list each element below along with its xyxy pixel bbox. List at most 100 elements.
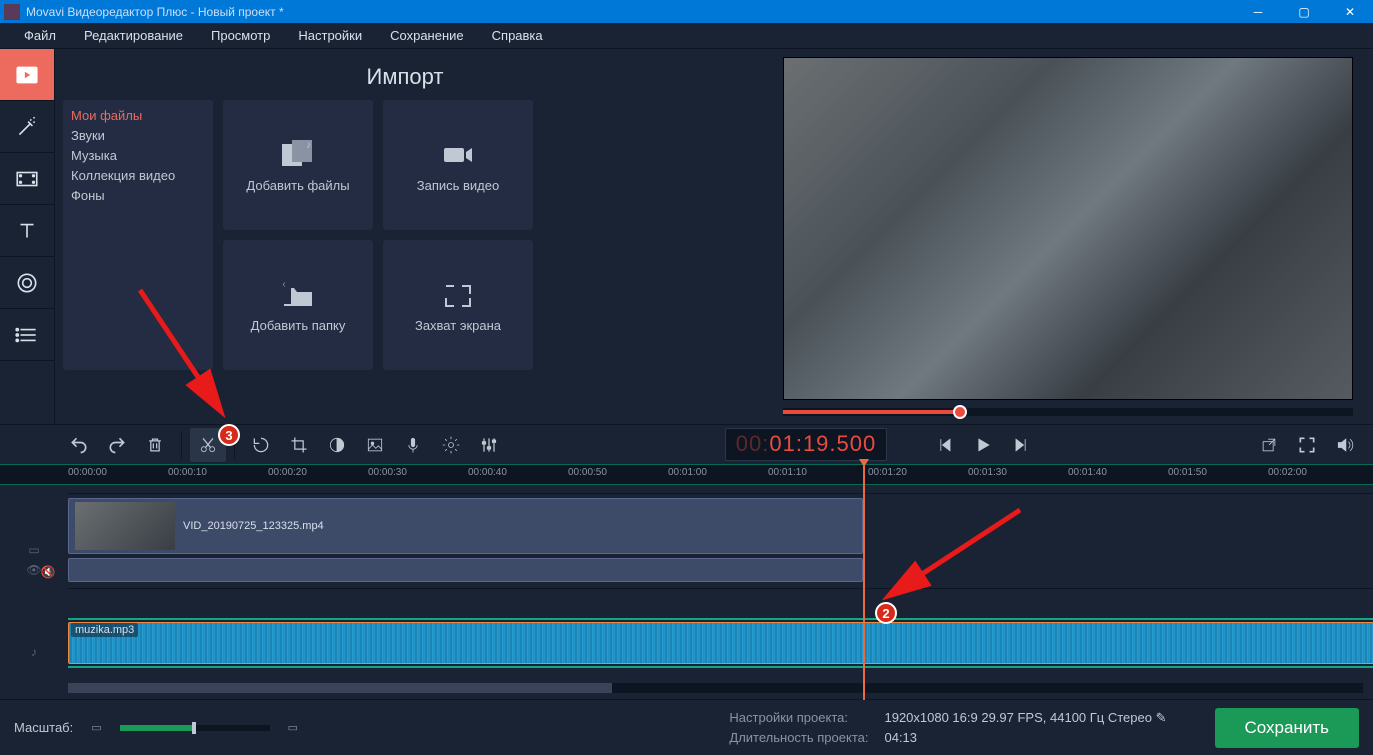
audio-track-icon: ♪: [0, 642, 68, 662]
menu-view[interactable]: Просмотр: [197, 25, 284, 46]
save-button[interactable]: Сохранить: [1215, 708, 1359, 748]
window-title: Movavi Видеоредактор Плюс - Новый проект…: [26, 5, 1235, 19]
video-clip-name: VID_20190725_123325.mp4: [183, 520, 324, 532]
ruler-tick: 00:01:30: [968, 467, 1007, 478]
ruler-tick: 00:00:10: [168, 467, 207, 478]
ruler-tick: 00:00:40: [468, 467, 507, 478]
clip-thumbnail: [75, 502, 175, 550]
app-icon: [4, 4, 20, 20]
footer: Масштаб: ▭ ▭ Настройки проекта: 1920x108…: [0, 699, 1373, 755]
audio-clip[interactable]: muzika.mp3: [68, 622, 1373, 664]
rotate-button[interactable]: [243, 428, 279, 462]
ruler-tick: 00:01:50: [1168, 467, 1207, 478]
ruler-tick: 00:00:50: [568, 467, 607, 478]
preview-scrubber[interactable]: [783, 408, 1353, 416]
category-music[interactable]: Музыка: [71, 146, 205, 166]
zoom-out-icon[interactable]: ▭: [91, 721, 101, 734]
video-clip[interactable]: VID_20190725_123325.mp4: [68, 498, 863, 554]
ruler-tick: 00:00:20: [268, 467, 307, 478]
project-settings-label: Настройки проекта:: [729, 710, 868, 726]
record-video-card[interactable]: Запись видео: [383, 100, 533, 230]
titlebar: Movavi Видеоредактор Плюс - Новый проект…: [0, 0, 1373, 23]
undo-button[interactable]: [61, 428, 97, 462]
volume-button[interactable]: [1327, 428, 1363, 462]
scrubber-knob[interactable]: [953, 405, 967, 419]
category-video-collection[interactable]: Коллекция видео: [71, 166, 205, 186]
redo-button[interactable]: [99, 428, 135, 462]
prev-frame-button[interactable]: [927, 428, 963, 462]
video-audio-subtrack[interactable]: [68, 558, 863, 582]
timeline: ▭ 👁 🔇 ♪ VID_20190725_123325.mp4 muzika.m…: [0, 484, 1373, 699]
ruler-tick: 00:01:20: [868, 467, 907, 478]
ruler-tick: 00:01:40: [1068, 467, 1107, 478]
toolbar: 00:01:19.500: [0, 424, 1373, 464]
screen-capture-card[interactable]: Захват экрана: [383, 240, 533, 370]
import-heading: Импорт: [63, 49, 747, 100]
zoom-label: Масштаб:: [14, 720, 73, 735]
category-my-files[interactable]: Мои файлы: [71, 106, 205, 126]
timecode-display: 00:01:19.500: [725, 428, 887, 461]
svg-text:♪: ♪: [306, 140, 311, 151]
popout-button[interactable]: [1251, 428, 1287, 462]
category-sounds[interactable]: Звуки: [71, 126, 205, 146]
project-duration-label: Длительность проекта:: [729, 730, 868, 745]
menu-edit[interactable]: Редактирование: [70, 25, 197, 46]
menubar: Файл Редактирование Просмотр Настройки С…: [0, 23, 1373, 49]
playhead[interactable]: [863, 465, 865, 700]
add-files-label: Добавить файлы: [246, 178, 349, 193]
annotation-badge-2: 2: [875, 602, 897, 624]
add-folder-card[interactable]: Добавить папку: [223, 240, 373, 370]
tab-more[interactable]: [0, 309, 54, 361]
close-button[interactable]: ✕: [1327, 0, 1373, 23]
video-track[interactable]: VID_20190725_123325.mp4: [68, 493, 1373, 588]
color-button[interactable]: [319, 428, 355, 462]
collapse-handle[interactable]: ‹: [277, 264, 291, 304]
screen-capture-label: Захват экрана: [415, 318, 501, 333]
menu-help[interactable]: Справка: [478, 25, 557, 46]
tab-titles[interactable]: [0, 205, 54, 257]
record-video-label: Запись видео: [417, 178, 499, 193]
zoom-slider[interactable]: [120, 725, 270, 731]
ruler-tick: 00:00:30: [368, 467, 407, 478]
play-button[interactable]: [965, 428, 1001, 462]
preview-canvas[interactable]: [783, 57, 1353, 400]
spacer-track: [68, 588, 1373, 618]
ruler-tick: 00:01:00: [668, 467, 707, 478]
add-files-card[interactable]: ♪ Добавить файлы: [223, 100, 373, 230]
menu-settings[interactable]: Настройки: [284, 25, 376, 46]
ruler-tick: 00:01:10: [768, 467, 807, 478]
minimize-button[interactable]: ─: [1235, 0, 1281, 23]
time-ruler[interactable]: 00:00:00 00:00:10 00:00:20 00:00:30 00:0…: [0, 464, 1373, 484]
next-frame-button[interactable]: [1003, 428, 1039, 462]
import-panel: Импорт Мои файлы Звуки Музыка Коллекция …: [55, 49, 755, 424]
mic-button[interactable]: [395, 428, 431, 462]
side-tabs: [0, 49, 55, 424]
ruler-tick: 00:02:00: [1268, 467, 1307, 478]
menu-save[interactable]: Сохранение: [376, 25, 478, 46]
annotation-badge-3: 3: [218, 424, 240, 446]
category-backgrounds[interactable]: Фоны: [71, 186, 205, 206]
video-track-icon: ▭: [0, 540, 68, 560]
tab-import[interactable]: [0, 49, 54, 101]
menu-file[interactable]: Файл: [10, 25, 70, 46]
image-button[interactable]: [357, 428, 393, 462]
tab-filters[interactable]: [0, 101, 54, 153]
project-settings-value: 1920x1080 16:9 29.97 FPS, 44100 Гц Стере…: [884, 710, 1152, 725]
crop-button[interactable]: [281, 428, 317, 462]
fullscreen-button[interactable]: [1289, 428, 1325, 462]
delete-button[interactable]: [137, 428, 173, 462]
tab-transitions[interactable]: [0, 153, 54, 205]
project-duration-value: 04:13: [884, 730, 1166, 745]
import-category-list: Мои файлы Звуки Музыка Коллекция видео Ф…: [63, 100, 213, 370]
ruler-tick: 00:00:00: [68, 467, 107, 478]
equalizer-button[interactable]: [471, 428, 507, 462]
audio-clip-name: muzika.mp3: [71, 623, 138, 637]
timeline-scrollbar[interactable]: [68, 683, 1363, 693]
scrollbar-thumb[interactable]: [68, 683, 612, 693]
maximize-button[interactable]: ▢: [1281, 0, 1327, 23]
audio-track[interactable]: muzika.mp3: [68, 618, 1373, 668]
tab-stickers[interactable]: [0, 257, 54, 309]
edit-settings-icon[interactable]: ✎: [1156, 710, 1167, 725]
zoom-in-icon[interactable]: ▭: [288, 721, 298, 734]
gear-button[interactable]: [433, 428, 469, 462]
